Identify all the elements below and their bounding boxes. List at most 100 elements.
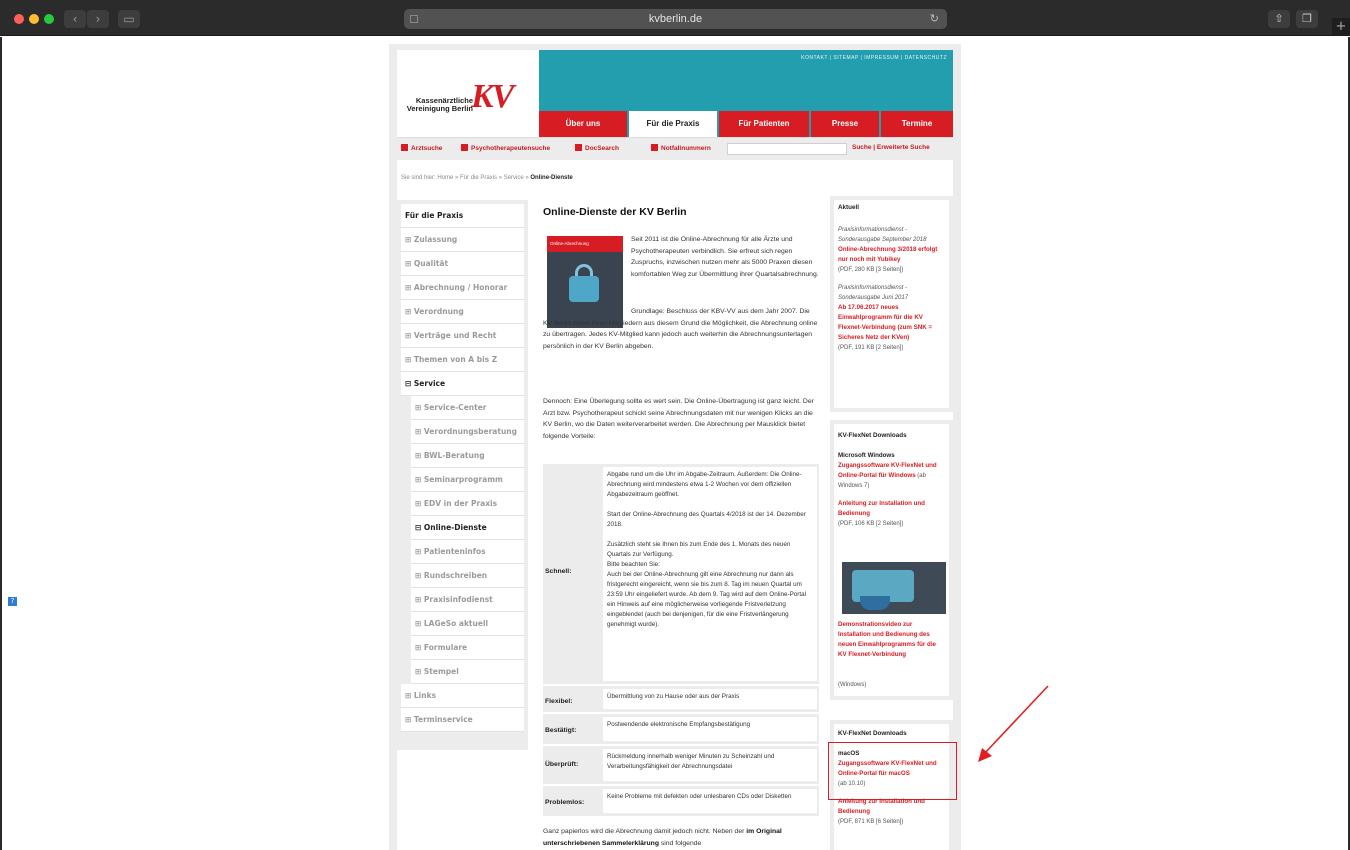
advantage-row: Bestätigt: Postwendende elektronische Em… (543, 714, 819, 744)
sidebar-item-verordnungsberatung[interactable]: ⊞ Verordnungsberatung (411, 420, 524, 444)
cable-graphic (860, 596, 890, 610)
sidebar-item-vertraege[interactable]: ⊞ Verträge und Recht (401, 324, 524, 348)
zoom-window-button[interactable] (44, 14, 54, 24)
search-input[interactable] (727, 143, 847, 155)
tool-notfallnummern[interactable]: Notfallnummern (651, 144, 711, 152)
psychotherapeutensuche-icon (461, 144, 468, 151)
notfallnummern-icon (651, 144, 658, 151)
sidebar-item-patienteninfos[interactable]: ⊞ Patienteninfos (411, 540, 524, 564)
sidebar-item-service[interactable]: ⊟ Service (401, 372, 524, 396)
manual-meta: (PDF, 106 KB [2 Seiten]) (838, 521, 904, 527)
sidebar-item-formulare[interactable]: ⊞ Formulare (411, 636, 524, 660)
advantages-intro: Dennoch: Eine Überlegung sollte es wert … (543, 398, 814, 440)
site-content: Kassenärztliche Vereinigung Berlin KV KO… (397, 50, 953, 850)
share-icon[interactable]: ⇧ (1268, 10, 1290, 28)
sidebar-icon[interactable]: ▭ (118, 10, 140, 28)
sidebar-item-themen[interactable]: ⊞ Themen von A bis Z (401, 348, 524, 372)
nav-termine[interactable]: Termine (881, 111, 953, 137)
sidebar: Für die Praxis ⊞ Zulassung ⊞ Qualität ⊞ … (397, 200, 528, 750)
downloads-title: KV-FlexNet Downloads (838, 432, 907, 439)
aktuell-box: Aktuell Praxisinformationsdienst - Sonde… (830, 196, 953, 412)
close-window-button[interactable] (14, 14, 24, 24)
intro-paragraph: Seit 2011 ist die Online-Abrechnung für … (631, 236, 819, 278)
advantage-row: Schnell: Abgabe rund um die Uhr im Abgab… (543, 464, 819, 684)
sidebar-item-terminservice[interactable]: ⊞ Terminservice (401, 708, 524, 732)
sidebar-item-seminarprogramm[interactable]: ⊞ Seminarprogramm (411, 468, 524, 492)
advantage-text: Rückmeldung innerhalb weniger Minuten zu… (603, 749, 817, 781)
advantage-row: Flexibel: Übermittlung von zu Hause oder… (543, 686, 819, 712)
nav-fuer-die-praxis[interactable]: Für die Praxis (629, 111, 717, 137)
site-frame: Kassenärztliche Vereinigung Berlin KV KO… (389, 44, 961, 850)
sidebar-item-praxisinfodienst[interactable]: ⊞ Praxisinfodienst (411, 588, 524, 612)
sidebar-item-links[interactable]: ⊞ Links (401, 684, 524, 708)
sidebar-item-online-dienste[interactable]: ⊟ Online-Dienste (411, 516, 524, 540)
sidebar-item-service-center[interactable]: ⊞ Service-Center (411, 396, 524, 420)
tabs-icon[interactable]: ❐ (1296, 10, 1318, 28)
logo[interactable]: Kassenärztliche Vereinigung Berlin KV (397, 50, 539, 137)
sidebar-title[interactable]: Für die Praxis (401, 204, 524, 228)
advantage-label: Problemlos: (545, 799, 585, 806)
downloads-windows-box: KV-FlexNet Downloads Microsoft Windows Z… (830, 420, 953, 700)
aktuell-title: Aktuell (838, 204, 859, 211)
tool-docsearch[interactable]: DocSearch (575, 144, 619, 152)
top-links[interactable]: KONTAKT | SITEMAP | IMPRESSUM | DATENSCH… (801, 55, 947, 61)
logo-line2: Vereinigung Berlin (406, 104, 473, 113)
tool-arztsuche[interactable]: Arztsuche (401, 144, 442, 152)
video-meta: (Windows) (838, 682, 867, 688)
manual-link[interactable]: Anleitung zur Installation und Bedienung (838, 797, 945, 817)
sidebar-item-rundschreiben[interactable]: ⊞ Rundschreiben (411, 564, 524, 588)
forward-icon[interactable]: › (87, 10, 109, 28)
page-title: Online-Dienste der KV Berlin (543, 206, 687, 218)
sidebar-item-abrechnung[interactable]: ⊞ Abrechnung / Honorar (401, 276, 524, 300)
arztsuche-icon (401, 144, 408, 151)
browser-toolbar: ‹ › ▭ kvberlin.de ↻ ⇧ ❐ + (0, 0, 1350, 36)
logo-mark: KV (471, 78, 514, 115)
advantage-row: Überprüft: Rückmeldung innerhalb weniger… (543, 746, 819, 784)
docsearch-icon (575, 144, 582, 151)
manual-link[interactable]: Anleitung zur Installation und Bedienung (838, 499, 945, 519)
nav-fuer-patienten[interactable]: Für Patienten (719, 111, 809, 137)
sidebar-item-edv[interactable]: ⊞ EDV in der Praxis (411, 492, 524, 516)
tool-psychotherapeutensuche[interactable]: Psychotherapeutensuche (461, 144, 550, 152)
image-caption: Online-Abrechnung (547, 236, 623, 252)
advantage-label: Schnell: (545, 568, 572, 575)
help-icon[interactable]: ? (8, 597, 17, 606)
sidebar-item-qualitaet[interactable]: ⊞ Qualität (401, 252, 524, 276)
reader-icon[interactable] (410, 15, 418, 23)
nav-presse[interactable]: Presse (811, 111, 879, 137)
video-link[interactable]: Demonstrationsvideo zur Installation und… (838, 620, 946, 660)
sidebar-item-lageso[interactable]: ⊞ LAGeSo aktuell (411, 612, 524, 636)
nav-ueber-uns[interactable]: Über uns (539, 111, 627, 137)
news-source: Praxisinformationsdienst - Sonderausgabe… (838, 285, 909, 301)
breadcrumb[interactable]: Sie sind hier: Home » Für die Praxis » S… (401, 175, 573, 181)
address-bar[interactable]: kvberlin.de ↻ (404, 9, 947, 29)
advantage-label: Flexibel: (545, 698, 573, 705)
download-link: Zugangssoftware KV-FlexNet und Online-Po… (838, 462, 937, 489)
video-thumbnail[interactable] (842, 562, 946, 614)
sidebar-item-bwl-beratung[interactable]: ⊞ BWL-Beratung (411, 444, 524, 468)
advantage-text: Abgabe rund um die Uhr im Abgabe-Zeitrau… (603, 467, 817, 681)
sidebar-item-verordnung[interactable]: ⊞ Verordnung (401, 300, 524, 324)
news-link[interactable]: Online-Abrechnung 3/2018 erfolgt nur noc… (838, 245, 945, 265)
tool-bar: Arztsuche Psychotherapeutensuche DocSear… (397, 137, 953, 160)
sidebar-item-zulassung[interactable]: ⊞ Zulassung (401, 228, 524, 252)
search-links[interactable]: Suche | Erweiterte Suche (852, 144, 930, 151)
news-source: Praxisinformationsdienst - Sonderausgabe… (838, 227, 927, 243)
os-label: Microsoft Windows (838, 452, 895, 459)
sidebar-item-stempel[interactable]: ⊞ Stempel (411, 660, 524, 684)
reload-icon[interactable]: ↻ (930, 9, 939, 29)
advantage-text: Übermittlung von zu Hause oder aus der P… (603, 689, 817, 709)
closing-paragraph: Ganz papierlos wird die Abrechnung damit… (543, 828, 782, 847)
news-link[interactable]: Ab 17.06.2017 neues Einwahlprogramm für … (838, 303, 945, 343)
advantage-text: Keine Probleme mit defekten oder unlesba… (603, 789, 817, 813)
advantage-label: Überprüft: (545, 761, 579, 768)
minimize-window-button[interactable] (29, 14, 39, 24)
breadcrumb-path[interactable]: Sie sind hier: Home » Für die Praxis » S… (401, 175, 530, 181)
advantage-label: Bestätigt: (545, 727, 577, 734)
window-border-left (0, 37, 2, 850)
breadcrumb-current: Online-Dienste (530, 175, 573, 181)
back-icon[interactable]: ‹ (64, 10, 86, 28)
advantage-text: Postwendende elektronische Empfangsbestä… (603, 717, 817, 741)
main-nav: Über uns Für die Praxis Für Patienten Pr… (539, 111, 953, 137)
new-tab-icon[interactable]: + (1332, 18, 1350, 36)
